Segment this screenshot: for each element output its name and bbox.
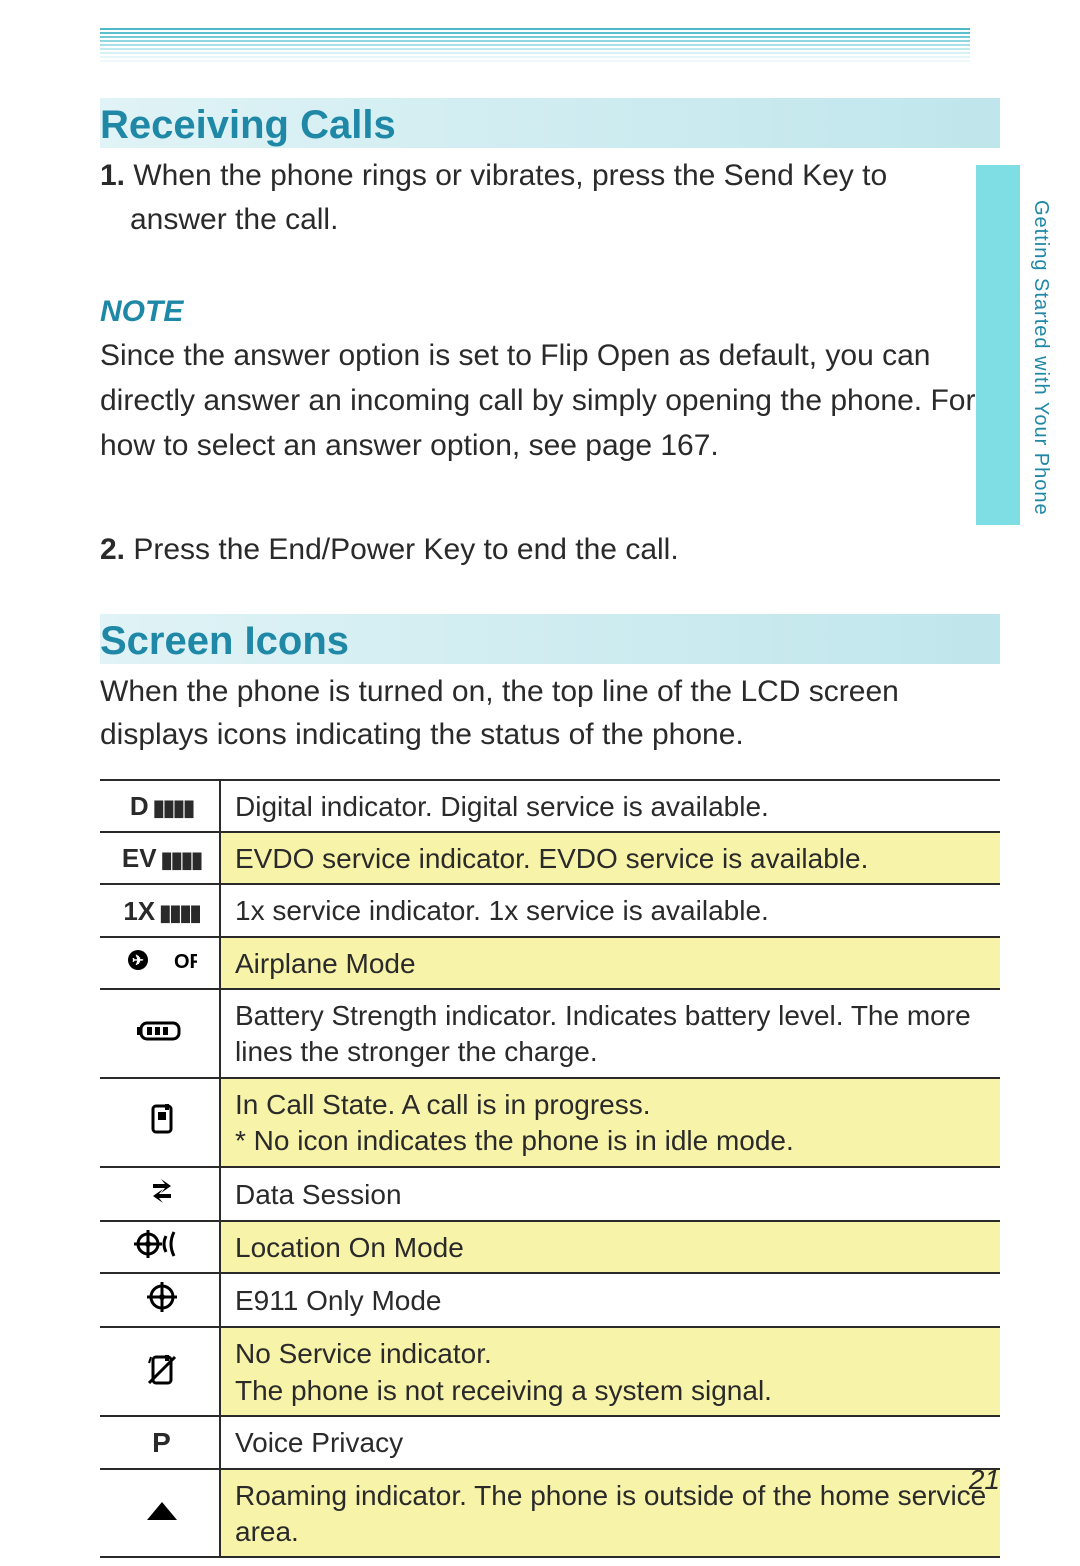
icon-description: 1x service indicator. 1x service is avai… (220, 884, 1000, 936)
digital-signal-icon: D ▮▮▮▮ (100, 780, 220, 832)
svg-text:OFF: OFF (174, 951, 197, 973)
onex-signal-icon-label: 1X (123, 896, 155, 926)
onex-signal-icon: 1X ▮▮▮▮ (100, 884, 220, 936)
step-1-text-line2: answer the call. (100, 198, 1000, 242)
evdo-signal-icon-label: EV (122, 843, 157, 873)
page-content: Receiving Calls 1. When the phone rings … (0, 98, 1080, 1558)
decorative-stripe (100, 28, 970, 76)
table-row: EV ▮▮▮▮EVDO service indicator. EVDO serv… (100, 832, 1000, 884)
icon-description: In Call State. A call is in progress.* N… (220, 1078, 1000, 1167)
icon-description: No Service indicator.The phone is not re… (220, 1327, 1000, 1416)
screen-icons-table: D ▮▮▮▮Digital indicator. Digital service… (100, 779, 1000, 1559)
note-label: NOTE (100, 295, 1000, 329)
icon-description: Airplane Mode (220, 937, 1000, 989)
step-2-number: 2. (100, 533, 125, 566)
step-2-text: Press the End/Power Key to end the call. (125, 533, 679, 566)
step-2: 2. Press the End/Power Key to end the ca… (100, 528, 1000, 572)
signal-bars-icon: ▮▮▮▮ (155, 900, 200, 925)
table-row: Data Session (100, 1167, 1000, 1221)
screen-icons-intro: When the phone is turned on, the top lin… (100, 670, 1000, 757)
location-on-icon-glyph (134, 1230, 190, 1266)
in-call-icon (100, 1078, 220, 1167)
section-side-tab (976, 165, 1020, 525)
voice-privacy-icon: P (100, 1416, 220, 1468)
icon-description: E911 Only Mode (220, 1273, 1000, 1327)
in-call-icon-glyph (149, 1104, 175, 1142)
step-1: 1. When the phone rings or vibrates, pre… (100, 154, 1000, 241)
airplane-off-icon: ✈ OFF (100, 937, 220, 989)
icon-description: Voice Privacy (220, 1416, 1000, 1468)
location-on-icon (100, 1221, 220, 1273)
step-1-text-line1: When the phone rings or vibrates, press … (125, 159, 887, 192)
icon-description: Data Session (220, 1167, 1000, 1221)
icon-description: Location On Mode (220, 1221, 1000, 1273)
svg-text:✈: ✈ (132, 952, 144, 968)
evdo-signal-icon: EV ▮▮▮▮ (100, 832, 220, 884)
icon-description: EVDO service indicator. EVDO service is … (220, 832, 1000, 884)
icon-description: Battery Strength indicator. Indicates ba… (220, 989, 1000, 1078)
step-1-number: 1. (100, 159, 125, 192)
e911-icon (100, 1273, 220, 1327)
table-row: No Service indicator.The phone is not re… (100, 1327, 1000, 1416)
table-row: E911 Only Mode (100, 1273, 1000, 1327)
table-row: Battery Strength indicator. Indicates ba… (100, 989, 1000, 1078)
table-row: 1X ▮▮▮▮1x service indicator. 1x service … (100, 884, 1000, 936)
table-row: In Call State. A call is in progress.* N… (100, 1078, 1000, 1167)
battery-icon-glyph (137, 1019, 187, 1051)
icon-description: Digital indicator. Digital service is av… (220, 780, 1000, 832)
heading-receiving-calls: Receiving Calls (100, 98, 1000, 148)
airplane-off-icon-glyph: ✈ OFF (127, 947, 197, 981)
icon-description: Roaming indicator. The phone is outside … (220, 1469, 1000, 1558)
signal-bars-icon: ▮▮▮▮ (149, 795, 194, 820)
table-row: ✈ OFF Airplane Mode (100, 937, 1000, 989)
section-side-label: Getting Started with Your Phone (1038, 200, 1052, 516)
data-session-icon-glyph (149, 1176, 175, 1214)
table-row: Roaming indicator. The phone is outside … (100, 1469, 1000, 1558)
heading-screen-icons: Screen Icons (100, 614, 1000, 664)
battery-icon (100, 989, 220, 1078)
data-session-icon (100, 1167, 220, 1221)
page-number: 21 (969, 1464, 1000, 1496)
voice-privacy-icon-label: P (152, 1427, 171, 1458)
table-row: P Voice Privacy (100, 1416, 1000, 1468)
table-row: Location On Mode (100, 1221, 1000, 1273)
manual-page: Getting Started with Your Phone Receivin… (0, 0, 1080, 1566)
signal-bars-icon: ▮▮▮▮ (157, 847, 202, 872)
roaming-icon-glyph (145, 1499, 179, 1530)
no-service-icon (100, 1327, 220, 1416)
digital-signal-icon-label: D (130, 791, 149, 821)
e911-icon-glyph (147, 1282, 177, 1320)
note-body: Since the answer option is set to Flip O… (100, 333, 1000, 468)
table-row: D ▮▮▮▮Digital indicator. Digital service… (100, 780, 1000, 832)
no-service-icon-glyph (147, 1353, 177, 1393)
roaming-icon (100, 1469, 220, 1558)
